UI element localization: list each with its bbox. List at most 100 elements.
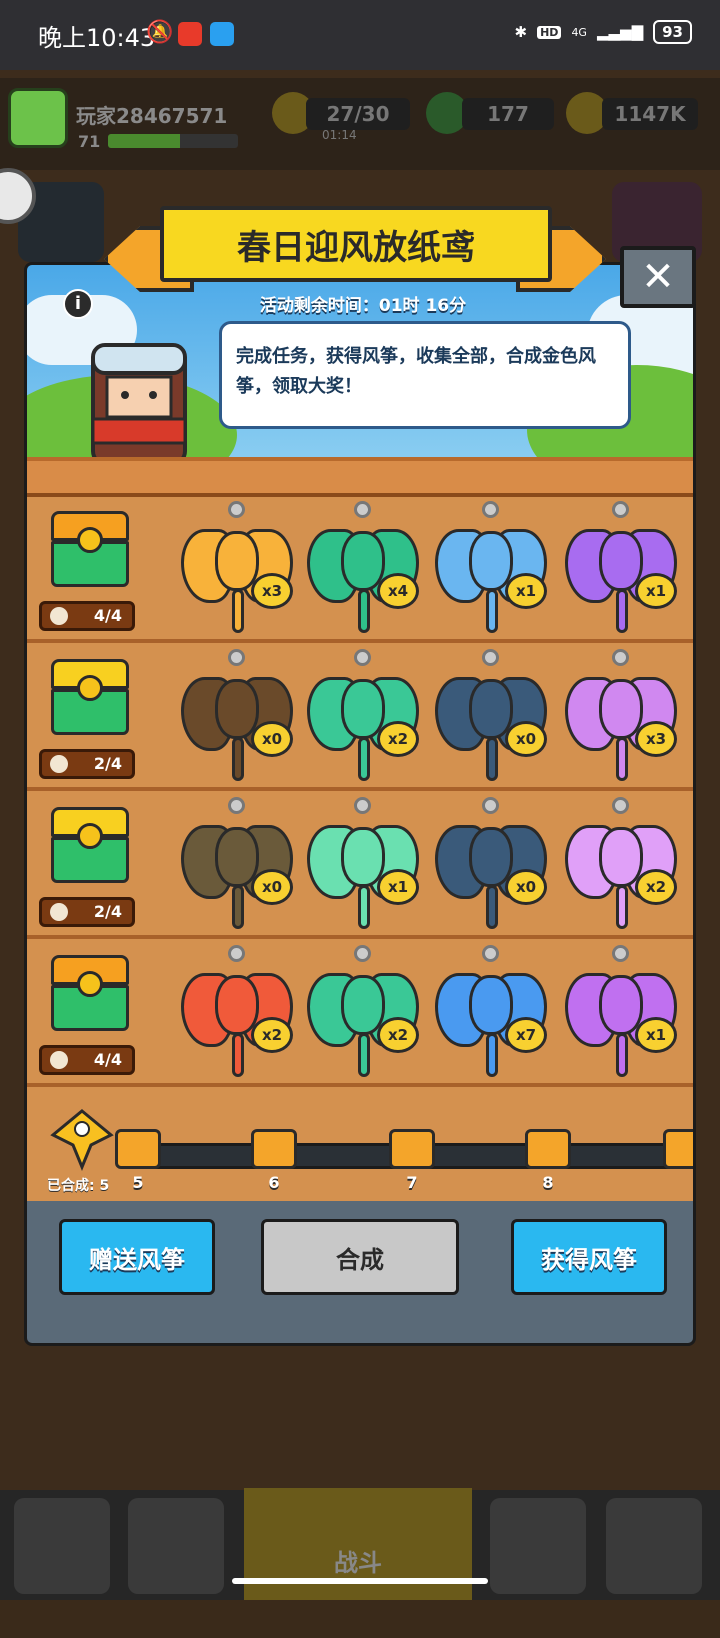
nav-shop[interactable] (14, 1498, 110, 1594)
kite-count: x0 (251, 869, 293, 905)
kite-tail (358, 589, 370, 633)
xp-fill (108, 134, 180, 148)
kite-collection: 4/4 x3 x4 x1 x1 2/4 x0 x2 x0 x3 2/4 x0 x… (27, 497, 693, 1197)
chest-icon[interactable] (45, 659, 135, 739)
chest-icon[interactable] (45, 511, 135, 591)
kite-item[interactable]: x1 (303, 797, 423, 937)
chest-icon[interactable] (45, 807, 135, 887)
kite-item[interactable]: x7 (431, 945, 551, 1085)
kite-count: x0 (505, 721, 547, 757)
chest-icon[interactable] (525, 1129, 571, 1169)
kite-tail (616, 885, 628, 929)
kite-item[interactable]: x3 (561, 649, 681, 789)
kite-ring (354, 797, 371, 814)
golden-kite-icon (50, 1109, 114, 1171)
row-progress-label: 4/4 (93, 1050, 122, 1069)
kite-item[interactable]: x1 (561, 945, 681, 1085)
kite-ring (612, 945, 629, 962)
kite-tail (358, 885, 370, 929)
chest-icon[interactable] (115, 1129, 161, 1169)
kite-tail (358, 1033, 370, 1077)
bell-off-icon: 🔕 (146, 20, 174, 45)
kite-item[interactable]: x3 (177, 501, 297, 641)
kite-ring (482, 649, 499, 666)
gem-counter: 177 (462, 98, 554, 130)
chest-icon[interactable] (663, 1129, 693, 1169)
kite-item[interactable]: x2 (303, 945, 423, 1085)
merge-button[interactable]: 合成 (261, 1219, 459, 1295)
character-icon (91, 343, 187, 465)
bluetooth-icon: ✱ (514, 23, 528, 41)
event-modal: 活动剩余时间：01时 16分 i 完成任务，获得风筝，收集全部，合成金色风筝，领… (24, 262, 696, 1346)
kite-tail (232, 737, 244, 781)
kite-count: x1 (635, 1017, 677, 1053)
kite-item[interactable]: x0 (177, 649, 297, 789)
kite-row: 4/4 x2 x2 x7 x1 (27, 941, 693, 1087)
description-bubble: 完成任务，获得风筝，收集全部，合成金色风筝，领取大奖！ (219, 321, 631, 429)
energy-timer: 01:14 (322, 128, 357, 142)
kite-count: x2 (377, 1017, 419, 1053)
kite-ring (354, 501, 371, 518)
info-icon[interactable]: i (63, 289, 93, 319)
chest-icon[interactable] (251, 1129, 297, 1169)
kite-item[interactable]: x2 (303, 649, 423, 789)
kite-count: x0 (251, 721, 293, 757)
gift-kite-button[interactable]: 赠送风筝 (59, 1219, 215, 1295)
kite-ring (482, 797, 499, 814)
kite-ring (612, 649, 629, 666)
nav-weapons[interactable] (128, 1498, 224, 1594)
app-notification-icon (178, 22, 202, 46)
kite-count: x4 (377, 573, 419, 609)
event-scene: 活动剩余时间：01时 16分 i 完成任务，获得风筝，收集全部，合成金色风筝，领… (27, 265, 693, 495)
kite-item[interactable]: x2 (561, 797, 681, 937)
kite-ring (228, 501, 245, 518)
network-label: 4G (571, 25, 587, 39)
kite-item[interactable]: x2 (177, 945, 297, 1085)
kite-item[interactable]: x1 (561, 501, 681, 641)
energy-counter: 27/30 (306, 98, 410, 130)
kite-row: 2/4 x0 x2 x0 x3 (27, 645, 693, 791)
row-progress: 4/4 (39, 1045, 135, 1075)
lock-icon (77, 971, 103, 997)
chest-icon[interactable] (389, 1129, 435, 1169)
kite-item[interactable]: x0 (177, 797, 297, 937)
kite-ring (482, 945, 499, 962)
milestone-label: 7 (406, 1173, 418, 1192)
get-kite-button[interactable]: 获得风筝 (511, 1219, 667, 1295)
shelf (27, 457, 693, 497)
row-progress-label: 2/4 (93, 902, 122, 921)
close-icon[interactable]: ✕ (620, 246, 696, 308)
event-title: 春日迎风放纸鸢 (160, 206, 552, 282)
kite-item[interactable]: x4 (303, 501, 423, 641)
kite-ring (354, 945, 371, 962)
kite-tail (358, 737, 370, 781)
battery-indicator: 93 (653, 20, 692, 44)
kite-tail (486, 589, 498, 633)
kite-ring (228, 945, 245, 962)
chest-icon[interactable] (45, 955, 135, 1035)
kite-ring (354, 649, 371, 666)
kite-tail (616, 737, 628, 781)
kite-count: x1 (635, 573, 677, 609)
avatar[interactable] (8, 88, 68, 148)
kite-item[interactable]: x0 (431, 797, 551, 937)
kite-item[interactable]: x0 (431, 649, 551, 789)
nav-evolve[interactable] (606, 1498, 702, 1594)
kite-tail (486, 885, 498, 929)
home-indicator[interactable] (232, 1578, 488, 1584)
status-bar: 晚上10:43 🔕 ✱ HD 4G ▂▃▅▇ 93 (0, 0, 720, 70)
kite-mini-icon (50, 903, 68, 921)
lock-icon (77, 675, 103, 701)
app-notification-icon (210, 22, 234, 46)
nav-talent[interactable] (490, 1498, 586, 1594)
kite-count: x7 (505, 1017, 547, 1053)
kite-tail (616, 589, 628, 633)
kite-count: x0 (505, 869, 547, 905)
kite-item[interactable]: x1 (431, 501, 551, 641)
kite-count: x3 (251, 573, 293, 609)
kite-count: x2 (635, 869, 677, 905)
kite-count: x3 (635, 721, 677, 757)
kite-mini-icon (50, 1051, 68, 1069)
coin-counter: 1147K (602, 98, 698, 130)
kite-tail (486, 737, 498, 781)
